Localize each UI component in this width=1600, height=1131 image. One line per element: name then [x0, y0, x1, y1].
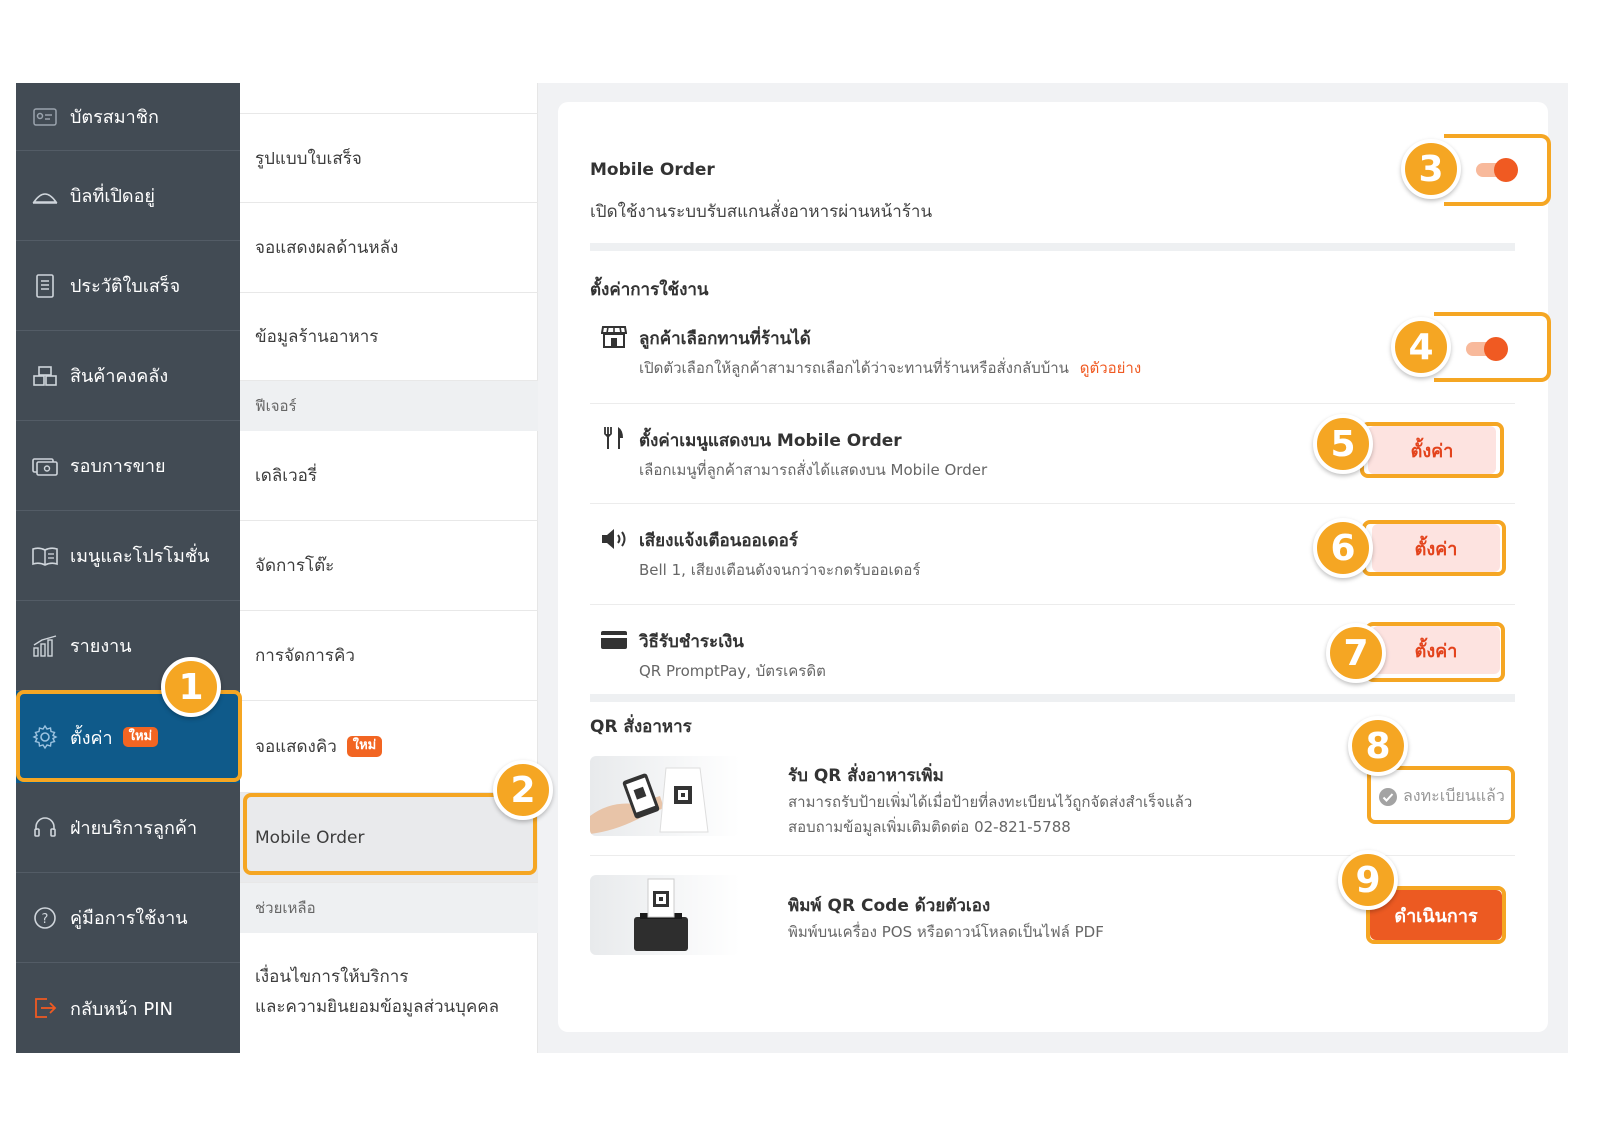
sidebar-item-open-bills[interactable]: บิลที่เปิดอยู่ — [16, 151, 240, 241]
qr-stand-photo — [590, 756, 740, 836]
print-qr-title: พิมพ์ QR Code ด้วยตัวเอง — [788, 896, 991, 916]
annotation-marker-7: 7 — [1326, 623, 1386, 683]
dine-in-subtitle-text: เปิดตัวเลือกให้ลูกค้าสามารถเลือกได้ว่าจะ… — [639, 359, 1069, 377]
sidebar-item-back-to-pin[interactable]: กลับหน้า PIN — [16, 963, 240, 1053]
inventory-icon — [32, 365, 58, 387]
annotation-marker-9: 9 — [1338, 850, 1398, 910]
menu-display-subtitle: เลือกเมนูที่ลูกค้าสามารถสั่งได้แสดงบน Mo… — [639, 461, 988, 479]
member-card-icon — [32, 106, 58, 128]
highlight-menu-settings — [1360, 422, 1504, 478]
highlight-dine-in-toggle — [1434, 312, 1551, 382]
submenu-item-label: จอแสดงผลด้านหลัง — [255, 238, 399, 258]
submenu-item-label: การจัดการคิว — [255, 646, 355, 666]
sidebar-item-menu-promotion[interactable]: เมนูและโปรโมชั่น — [16, 511, 240, 601]
annotation-marker-4: 4 — [1391, 317, 1451, 377]
submenu-item-restaurant-info[interactable]: ข้อมูลร้านอาหาร — [240, 293, 538, 381]
highlight-sound-settings — [1362, 520, 1506, 576]
sidebar-item-label: รอบการขาย — [70, 456, 166, 477]
annotation-marker-8: 8 — [1348, 716, 1408, 776]
sidebar-item-label: กลับหน้า PIN — [70, 998, 173, 1020]
sidebar-item-label: รายงาน — [70, 636, 132, 657]
features-header-label: ฟีเจอร์ — [255, 397, 297, 415]
sidebar-item-member-card[interactable]: บัตรสมาชิก — [16, 83, 240, 151]
submenu-item-rear-display[interactable]: จอแสดงผลด้านหลัง — [240, 203, 538, 293]
open-bills-icon — [32, 185, 58, 207]
menu-display-title: ตั้งค่าเมนูแสดงบน Mobile Order — [639, 431, 902, 451]
highlight-payment-settings — [1365, 622, 1505, 682]
print-qr-subtitle: พิมพ์บนเครื่อง POS หรือดาวน์โหลดเป็นไฟล์… — [788, 923, 1104, 941]
sidebar-item-label: ฝ่ายบริการลูกค้า — [70, 818, 198, 839]
payment-method-title: วิธีรับชำระเงิน — [639, 632, 744, 652]
report-chart-icon — [32, 634, 58, 657]
sidebar-item-label: เมนูและโปรโมชั่น — [70, 546, 210, 567]
fork-knife-icon — [602, 426, 626, 454]
sales-round-icon — [32, 455, 58, 477]
highlight-registered — [1367, 766, 1515, 824]
qr-section-title: QR สั่งอาหาร — [590, 717, 692, 737]
submenu-item-queue-management[interactable]: การจัดการคิว — [240, 611, 538, 701]
sidebar-item-label: ประวัติใบเสร็จ — [70, 276, 181, 297]
sidebar-item-label: คู่มือการใช้งาน — [70, 908, 188, 929]
dine-in-title: ลูกค้าเลือกทานที่ร้านได้ — [639, 329, 811, 349]
submenu-item-receipt-format[interactable]: รูปแบบใบเสร็จ — [240, 113, 538, 203]
submenu-header-help: ช่วยเหลือ — [240, 883, 538, 933]
sidebar-item-manual[interactable]: ? คู่มือการใช้งาน — [16, 873, 240, 963]
menu-book-icon — [32, 545, 58, 567]
order-sound-subtitle: Bell 1, เสียงเตือนดังจนกว่าจะกดรับออเดอร… — [639, 561, 921, 579]
submenu-item-label: เดลิเวอรี่ — [255, 466, 317, 486]
submenu-item-label: รูปแบบใบเสร็จ — [255, 148, 362, 169]
row-divider — [590, 403, 1515, 404]
svg-text:?: ? — [42, 912, 49, 927]
section-divider — [590, 694, 1515, 702]
payment-method-subtitle: QR PromptPay, บัตรเครดิต — [639, 662, 826, 680]
view-example-link[interactable]: ดูตัวอย่าง — [1080, 359, 1141, 377]
terms-label-line2: และความยินยอมข้อมูลส่วนบุคคล — [255, 997, 500, 1017]
submenu-header-features: ฟีเจอร์ — [240, 381, 538, 431]
sidebar-item-label: บัตรสมาชิก — [70, 107, 159, 128]
logout-icon — [32, 997, 58, 1019]
row-divider — [590, 604, 1515, 605]
sidebar-item-label: บิลที่เปิดอยู่ — [70, 186, 155, 207]
submenu-item-queue-display[interactable]: จอแสดงคิว ใหม่ — [240, 701, 538, 793]
get-more-qr-title: รับ QR สั่งอาหารเพิ่ม — [788, 766, 944, 786]
sidebar-item-sales-round[interactable]: รอบการขาย — [16, 421, 240, 511]
get-more-qr-line1: สามารถรับป้ายเพิ่มได้เมื่อป้ายที่ลงทะเบี… — [788, 793, 1193, 811]
get-more-qr-line2: สอบถามข้อมูลเพิ่มเติมติดต่อ 02-821-5788 — [788, 818, 1071, 836]
new-badge: ใหม่ — [346, 736, 383, 757]
annotation-marker-1: 1 — [161, 657, 221, 717]
annotation-marker-6: 6 — [1313, 518, 1373, 578]
sidebar-item-label: สินค้าคงคลัง — [70, 366, 169, 387]
annotation-marker-2: 2 — [493, 760, 553, 820]
usage-settings-title: ตั้งค่าการใช้งาน — [590, 280, 709, 300]
section-divider — [590, 243, 1515, 251]
annotation-marker-3: 3 — [1401, 139, 1461, 199]
submenu-item-label: จอแสดงคิว — [255, 737, 337, 757]
order-sound-title: เสียงแจ้งเตือนออเดอร์ — [639, 531, 798, 551]
terms-label-line1: เงื่อนไขการให้บริการ — [255, 967, 409, 987]
submenu-item-delivery[interactable]: เดลิเวอรี่ — [240, 431, 538, 521]
submenu-item-label: จัดการโต๊ะ — [255, 556, 335, 576]
qr-printer-photo — [590, 875, 740, 955]
sidebar-item-customer-service[interactable]: ฝ่ายบริการลูกค้า — [16, 783, 240, 873]
headset-icon — [32, 816, 58, 839]
highlight-mobile-order — [243, 793, 537, 875]
mobile-order-description: เปิดใช้งานระบบรับสแกนสั่งอาหารผ่านหน้าร้… — [590, 202, 933, 222]
help-header-label: ช่วยเหลือ — [255, 899, 316, 917]
sidebar-item-inventory[interactable]: สินค้าคงคลัง — [16, 331, 240, 421]
row-divider — [590, 503, 1515, 504]
settings-submenu: รูปแบบใบเสร็จ จอแสดงผลด้านหลัง ข้อมูลร้า… — [240, 83, 538, 1053]
sidebar: บัตรสมาชิก บิลที่เปิดอยู่ ประวัติใบเสร็จ… — [16, 83, 240, 1053]
submenu-item-terms[interactable]: เงื่อนไขการให้บริการ และความยินยอมข้อมูล… — [240, 933, 538, 1051]
credit-card-icon — [600, 630, 628, 654]
dine-in-subtitle: เปิดตัวเลือกให้ลูกค้าสามารถเลือกได้ว่าจะ… — [639, 356, 1141, 380]
speaker-icon — [600, 527, 630, 555]
help-icon: ? — [32, 906, 58, 929]
sidebar-item-receipt-history[interactable]: ประวัติใบเสร็จ — [16, 241, 240, 331]
submenu-item-label: ข้อมูลร้านอาหาร — [255, 327, 379, 347]
receipt-history-icon — [32, 273, 58, 298]
mobile-order-title: Mobile Order — [590, 160, 715, 180]
storefront-icon — [600, 325, 628, 353]
submenu-item-table-management[interactable]: จัดการโต๊ะ — [240, 521, 538, 611]
annotation-marker-5: 5 — [1313, 414, 1373, 474]
